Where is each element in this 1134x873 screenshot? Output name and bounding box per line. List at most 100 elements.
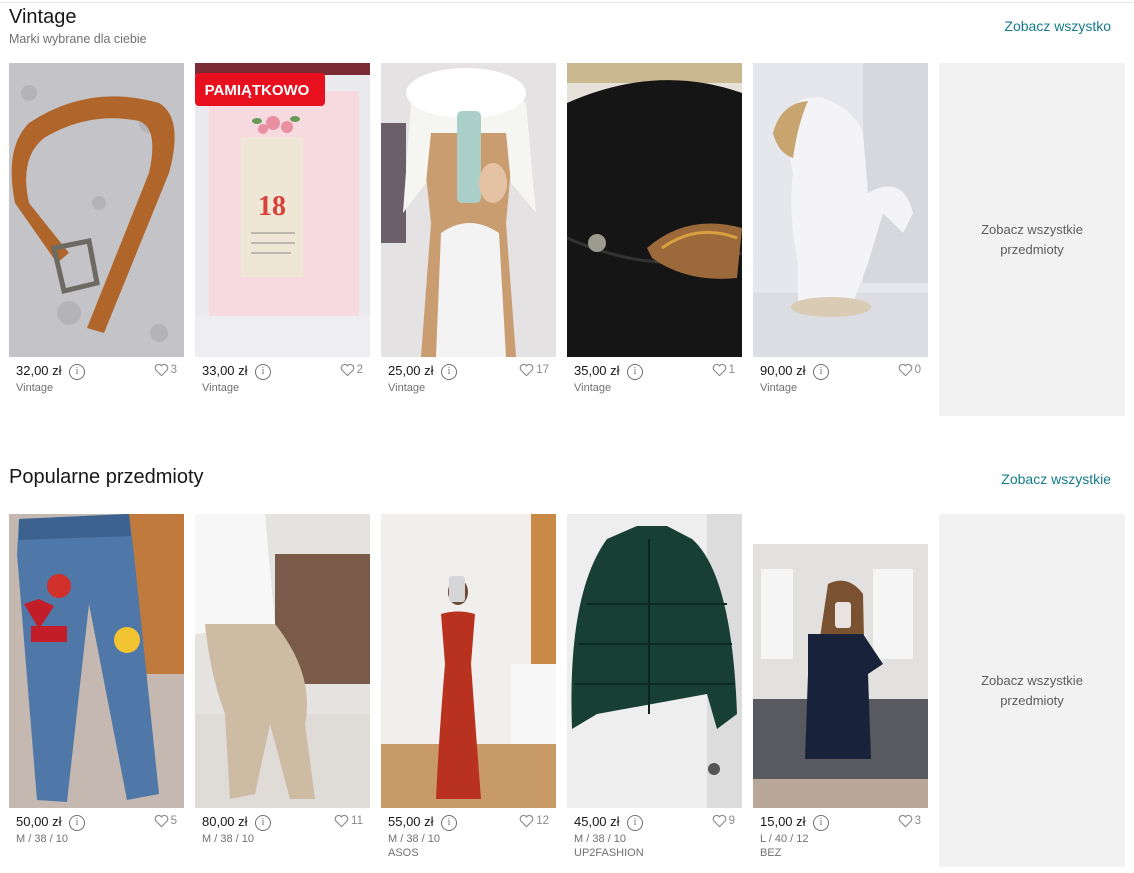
item-photo-leggings[interactable] bbox=[195, 514, 370, 808]
item-card[interactable]: 50,00 zł i 5 M / 38 / 10 bbox=[9, 514, 184, 846]
item-brand: Vintage bbox=[16, 382, 54, 394]
item-card[interactable]: 25,00 zł i 17 Vintage bbox=[381, 63, 556, 395]
item-photo-horse[interactable] bbox=[753, 63, 928, 357]
item-card[interactable]: 55,00 zł i 12 M / 38 / 10 ASOS bbox=[381, 514, 556, 860]
info-icon[interactable]: i bbox=[627, 364, 643, 380]
favourite-button[interactable]: 3 bbox=[898, 814, 921, 828]
item-card[interactable]: 90,00 zł i 0 Vintage bbox=[753, 63, 928, 395]
item-photo-fur-hat[interactable] bbox=[381, 63, 556, 357]
item-brand: Vintage bbox=[574, 382, 612, 394]
like-count: 0 bbox=[914, 364, 921, 376]
like-count: 5 bbox=[170, 815, 177, 827]
like-count: 3 bbox=[914, 815, 921, 827]
favourite-button[interactable]: 1 bbox=[712, 363, 735, 377]
item-price: 50,00 zł bbox=[16, 814, 62, 829]
red-dress-image bbox=[381, 514, 556, 808]
favourite-button[interactable]: 12 bbox=[519, 814, 549, 828]
item-photo-navy-dress[interactable] bbox=[753, 514, 928, 808]
like-count: 12 bbox=[536, 815, 549, 827]
info-icon[interactable]: i bbox=[813, 364, 829, 380]
item-size: M / 38 / 10 bbox=[16, 833, 68, 845]
item-price: 80,00 zł bbox=[202, 814, 248, 829]
item-price: 15,00 zł bbox=[760, 814, 806, 829]
black-hat-image bbox=[567, 63, 742, 357]
item-price: 45,00 zł bbox=[574, 814, 620, 829]
item-price: 33,00 zł bbox=[202, 363, 248, 378]
item-price: 55,00 zł bbox=[388, 814, 434, 829]
info-icon[interactable]: i bbox=[69, 364, 85, 380]
see-all-items-card[interactable]: Zobacz wszystkie przedmioty bbox=[939, 514, 1125, 867]
item-brand: Vintage bbox=[388, 382, 426, 394]
see-all-link[interactable]: Zobacz wszystko bbox=[1004, 18, 1111, 34]
like-count: 17 bbox=[536, 364, 549, 376]
item-price: 35,00 zł bbox=[574, 363, 620, 378]
belt-image bbox=[9, 63, 184, 357]
info-icon[interactable]: i bbox=[255, 364, 271, 380]
section-title: Vintage bbox=[9, 6, 77, 28]
favourite-button[interactable]: 17 bbox=[519, 363, 549, 377]
heart-icon bbox=[712, 814, 726, 828]
info-icon[interactable]: i bbox=[627, 815, 643, 831]
see-all-link[interactable]: Zobacz wszystkie bbox=[1001, 471, 1111, 487]
item-card[interactable]: 18 PAMIĄTKOWO 33,00 zł i 2 Vintage bbox=[195, 63, 370, 395]
item-brand: Vintage bbox=[202, 382, 240, 394]
heart-icon bbox=[712, 363, 726, 377]
like-count: 11 bbox=[351, 815, 363, 827]
favourite-button[interactable]: 0 bbox=[898, 363, 921, 377]
item-card[interactable]: 32,00 zł i 3 Vintage bbox=[9, 63, 184, 395]
info-icon[interactable]: i bbox=[441, 815, 457, 831]
item-photo-jeans[interactable] bbox=[9, 514, 184, 808]
item-photo-green-jacket[interactable] bbox=[567, 514, 742, 808]
item-brand: Vintage bbox=[760, 382, 798, 394]
favourite-button[interactable]: 2 bbox=[340, 363, 363, 377]
info-icon[interactable]: i bbox=[813, 815, 829, 831]
favourite-button[interactable]: 11 bbox=[334, 814, 363, 828]
horse-image bbox=[753, 63, 928, 357]
item-photo-calendar[interactable]: 18 PAMIĄTKOWO bbox=[195, 63, 370, 357]
item-size: M / 38 / 10 bbox=[574, 833, 626, 845]
heart-icon bbox=[154, 363, 168, 377]
item-size: M / 38 / 10 bbox=[388, 833, 440, 845]
section-subtitle: Marki wybrane dla ciebie bbox=[9, 32, 147, 46]
jeans-image bbox=[9, 514, 184, 808]
like-count: 1 bbox=[728, 364, 735, 376]
item-brand: ASOS bbox=[388, 847, 419, 859]
calendar-image: 18 PAMIĄTKOWO bbox=[195, 63, 370, 357]
heart-icon bbox=[898, 814, 912, 828]
like-count: 3 bbox=[170, 364, 177, 376]
fur-hat-image bbox=[381, 63, 556, 357]
heart-icon bbox=[340, 363, 354, 377]
item-price: 90,00 zł bbox=[760, 363, 806, 378]
heart-icon bbox=[519, 814, 534, 828]
item-price: 25,00 zł bbox=[388, 363, 434, 378]
top-divider bbox=[0, 2, 1134, 3]
item-card[interactable]: 35,00 zł i 1 Vintage bbox=[567, 63, 742, 395]
info-icon[interactable]: i bbox=[441, 364, 457, 380]
see-all-items-label: Zobacz wszystkie przedmioty bbox=[981, 221, 1083, 257]
item-size: L / 40 / 12 bbox=[760, 833, 809, 845]
heart-icon bbox=[519, 363, 534, 377]
like-count: 9 bbox=[728, 815, 735, 827]
item-photo-belt[interactable] bbox=[9, 63, 184, 357]
navy-dress-image bbox=[753, 514, 928, 808]
favourite-button[interactable]: 5 bbox=[154, 814, 177, 828]
favourite-button[interactable]: 9 bbox=[712, 814, 735, 828]
like-count: 2 bbox=[356, 364, 363, 376]
info-icon[interactable]: i bbox=[69, 815, 85, 831]
info-icon[interactable]: i bbox=[255, 815, 271, 831]
item-price: 32,00 zł bbox=[16, 363, 62, 378]
section-title: Popularne przedmioty bbox=[9, 466, 204, 488]
item-size: M / 38 / 10 bbox=[202, 833, 254, 845]
favourite-button[interactable]: 3 bbox=[154, 363, 177, 377]
item-card[interactable]: 80,00 zł i 11 M / 38 / 10 bbox=[195, 514, 370, 846]
see-all-items-label: Zobacz wszystkie przedmioty bbox=[981, 672, 1083, 708]
heart-icon bbox=[154, 814, 168, 828]
item-photo-red-dress[interactable] bbox=[381, 514, 556, 808]
item-card[interactable]: 45,00 zł i 9 M / 38 / 10 UP2FASHION bbox=[567, 514, 742, 860]
item-brand: BEZ bbox=[760, 847, 782, 859]
green-jacket-image bbox=[567, 514, 742, 808]
item-photo-black-hat[interactable] bbox=[567, 63, 742, 357]
item-card[interactable]: 15,00 zł i 3 L / 40 / 12 BEZ bbox=[753, 514, 928, 860]
heart-icon bbox=[898, 363, 912, 377]
see-all-items-card[interactable]: Zobacz wszystkie przedmioty bbox=[939, 63, 1125, 416]
